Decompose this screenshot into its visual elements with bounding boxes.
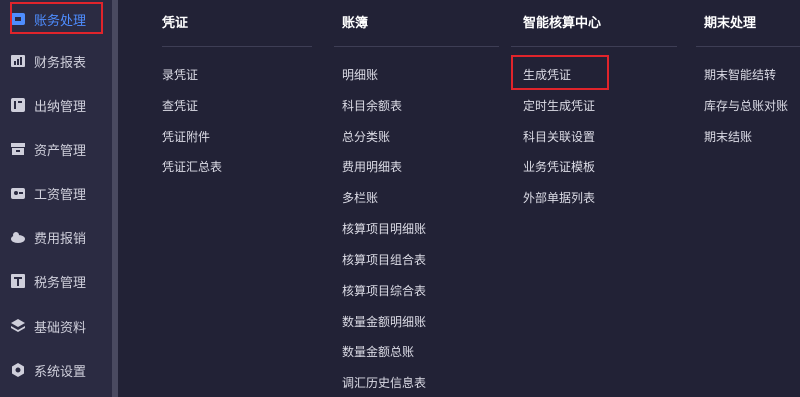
menu-item-period-close[interactable]: 期末结账 [704, 128, 752, 145]
sidebar-item-expense[interactable]: 费用报销 [0, 215, 112, 259]
menu-item-voucher-template[interactable]: 业务凭证模板 [523, 158, 595, 175]
expense-icon [9, 228, 27, 246]
menu-item-aux-comprehensive[interactable]: 核算项目综合表 [342, 282, 426, 299]
column-divider [162, 46, 312, 47]
column-divider [334, 46, 499, 47]
report-icon [9, 52, 27, 70]
tax-icon [9, 272, 27, 290]
mega-menu: 凭证 录凭证 查凭证 凭证附件 凭证汇总表 账簿 明细账 科目余额表 总分类账 … [118, 0, 800, 397]
column-divider [511, 46, 677, 47]
sidebar-item-assets[interactable]: 资产管理 [0, 127, 112, 171]
menu-item-account-balance[interactable]: 科目余额表 [342, 97, 402, 114]
menu-item-scheduled-voucher[interactable]: 定时生成凭证 [523, 97, 595, 114]
column-title: 凭证 [162, 16, 189, 31]
menu-item-qty-amount-detail[interactable]: 数量金额明细账 [342, 313, 426, 330]
menu-item-aux-combination[interactable]: 核算项目组合表 [342, 251, 426, 268]
menu-item-qty-amount-total[interactable]: 数量金额总账 [342, 343, 414, 360]
cashier-icon [9, 96, 27, 114]
menu-item-voucher-attachment[interactable]: 凭证附件 [162, 128, 210, 145]
settings-icon [9, 361, 27, 379]
menu-item-voucher-summary[interactable]: 凭证汇总表 [162, 158, 222, 175]
sidebar-item-label: 系统设置 [34, 364, 87, 380]
sidebar-item-label: 工资管理 [34, 187, 87, 203]
menu-item-general-ledger[interactable]: 总分类账 [342, 128, 390, 145]
menu-item-multi-column[interactable]: 多栏账 [342, 189, 378, 206]
sidebar-item-ledger[interactable]: 账务处理 [0, 0, 112, 41]
menu-item-inventory-reconcile[interactable]: 库存与总账对账 [704, 97, 788, 114]
sidebar-item-label: 费用报销 [34, 231, 87, 247]
sidebar: 账务处理 财务报表 出纳管理 资产管理 工资管理 费用报销 税务管理 基础资料 … [0, 0, 118, 397]
menu-item-exchange-history[interactable]: 调汇历史信息表 [342, 374, 426, 391]
sidebar-item-label: 税务管理 [34, 275, 87, 291]
column-title: 期末处理 [704, 16, 757, 31]
sidebar-item-label: 基础资料 [34, 320, 87, 336]
ledger-icon [9, 10, 27, 28]
sidebar-item-settings[interactable]: 系统设置 [0, 348, 112, 392]
menu-item-detail-ledger[interactable]: 明细账 [342, 66, 378, 83]
column-title: 智能核算中心 [523, 16, 602, 31]
layers-icon [9, 317, 27, 335]
salary-icon [9, 184, 27, 202]
menu-item-generate-voucher[interactable]: 生成凭证 [523, 66, 571, 83]
menu-item-account-mapping[interactable]: 科目关联设置 [523, 128, 595, 145]
sidebar-item-label: 财务报表 [34, 55, 87, 71]
sidebar-item-cashier[interactable]: 出纳管理 [0, 83, 112, 127]
sidebar-item-label: 账务处理 [34, 13, 87, 29]
sidebar-item-tax[interactable]: 税务管理 [0, 259, 112, 303]
menu-item-smart-carryforward[interactable]: 期末智能结转 [704, 66, 776, 83]
sidebar-item-label: 资产管理 [34, 143, 87, 159]
menu-item-aux-detail[interactable]: 核算项目明细账 [342, 220, 426, 237]
sidebar-item-label: 出纳管理 [34, 99, 87, 115]
sidebar-item-salary[interactable]: 工资管理 [0, 171, 112, 215]
sidebar-item-basic-data[interactable]: 基础资料 [0, 304, 112, 348]
asset-icon [9, 140, 27, 158]
sidebar-item-reports[interactable]: 财务报表 [0, 39, 112, 83]
menu-item-query-voucher[interactable]: 查凭证 [162, 97, 198, 114]
menu-item-expense-detail[interactable]: 费用明细表 [342, 158, 402, 175]
menu-item-external-documents[interactable]: 外部单据列表 [523, 189, 595, 206]
column-title: 账簿 [342, 16, 369, 31]
menu-item-enter-voucher[interactable]: 录凭证 [162, 66, 198, 83]
column-divider [696, 46, 800, 47]
